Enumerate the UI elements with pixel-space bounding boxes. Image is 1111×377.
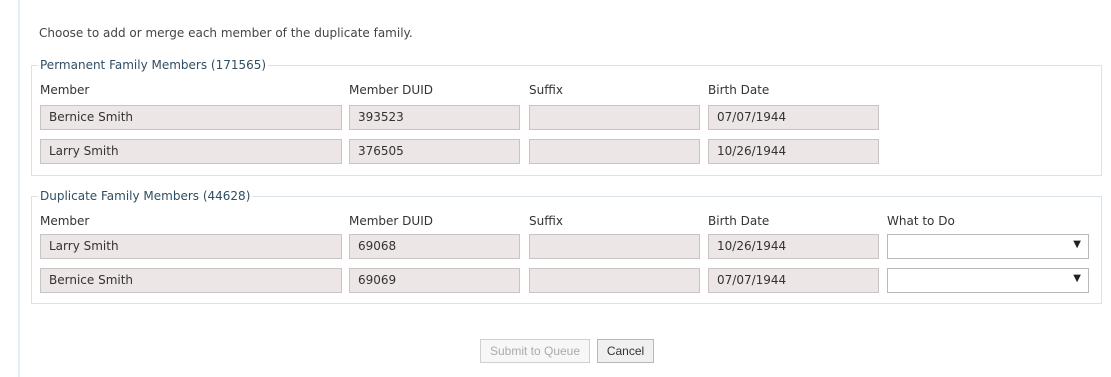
perm-birth-field: 07/07/1944: [708, 105, 879, 130]
perm-member-field: Larry Smith: [40, 139, 342, 164]
what-to-do-select[interactable]: ▼: [887, 268, 1089, 293]
col-birth-header: Birth Date: [708, 214, 770, 228]
permanent-family-legend: Permanent Family Members (171565): [38, 58, 269, 72]
col-member-header: Member: [40, 83, 90, 97]
dup-birth-field: 07/07/1944: [708, 268, 879, 293]
col-birth-header: Birth Date: [708, 83, 770, 97]
col-member-header: Member: [40, 214, 90, 228]
perm-suffix-field: [529, 139, 700, 164]
col-suffix-header: Suffix: [529, 83, 563, 97]
permanent-family-group: Permanent Family Members (171565) Member…: [31, 58, 1102, 176]
dup-member-field: Larry Smith: [40, 234, 342, 259]
perm-duid-field: 376505: [349, 139, 520, 164]
dup-birth-field: 10/26/1944: [708, 234, 879, 259]
col-action-header: What to Do: [887, 214, 955, 228]
submit-to-queue-button[interactable]: Submit to Queue: [480, 339, 590, 363]
what-to-do-select[interactable]: ▼: [887, 234, 1089, 259]
dup-suffix-field: [529, 234, 700, 259]
left-border-rule: [18, 0, 20, 377]
duplicate-family-group: Duplicate Family Members (44628) Member …: [31, 189, 1102, 304]
dup-member-field: Bernice Smith: [40, 268, 342, 293]
perm-duid-field: 393523: [349, 105, 520, 130]
duplicate-family-legend: Duplicate Family Members (44628): [38, 189, 253, 203]
chevron-down-icon: ▼: [1073, 273, 1081, 284]
dup-suffix-field: [529, 268, 700, 293]
dup-duid-field: 69069: [349, 268, 520, 293]
col-duid-header: Member DUID: [349, 83, 433, 97]
dup-duid-field: 69068: [349, 234, 520, 259]
cancel-button[interactable]: Cancel: [597, 339, 654, 363]
col-duid-header: Member DUID: [349, 214, 433, 228]
perm-suffix-field: [529, 105, 700, 130]
chevron-down-icon: ▼: [1073, 239, 1081, 250]
perm-birth-field: 10/26/1944: [708, 139, 879, 164]
intro-text: Choose to add or merge each member of th…: [39, 26, 413, 40]
perm-member-field: Bernice Smith: [40, 105, 342, 130]
col-suffix-header: Suffix: [529, 214, 563, 228]
